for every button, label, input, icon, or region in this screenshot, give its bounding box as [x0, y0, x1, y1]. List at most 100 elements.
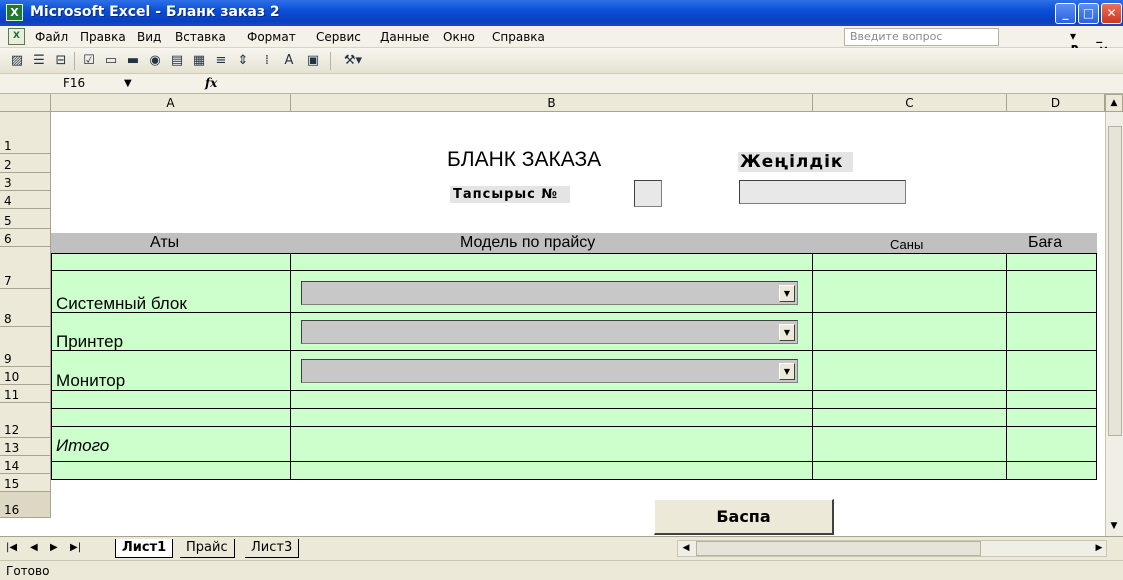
last-sheet-icon[interactable]: ▶|: [70, 542, 81, 553]
row-header-3[interactable]: 3: [0, 173, 51, 191]
table-cell[interactable]: [1007, 427, 1097, 462]
column-header-c[interactable]: C: [813, 94, 1007, 112]
table-cell[interactable]: [813, 351, 1007, 391]
combobox-icon[interactable]: ▦: [190, 52, 208, 70]
row-header-16[interactable]: 16: [0, 492, 51, 518]
minimize-button[interactable]: _: [1055, 3, 1076, 24]
next-sheet-icon[interactable]: ▶: [50, 542, 58, 553]
menu-tools[interactable]: Сервис: [316, 30, 361, 44]
row-header-6[interactable]: 6: [0, 229, 51, 247]
model-combo-monitor[interactable]: ▼: [301, 359, 798, 383]
menu-data[interactable]: Данные: [380, 30, 429, 44]
discount-field[interactable]: [739, 180, 906, 204]
table-cell[interactable]: [1007, 409, 1097, 427]
scroll-down-icon[interactable]: ▼: [1105, 518, 1123, 536]
chart-icon[interactable]: ▨: [8, 52, 26, 70]
table-cell[interactable]: [1007, 313, 1097, 351]
menu-help[interactable]: Справка: [492, 30, 545, 44]
print-button[interactable]: Баспа: [654, 499, 834, 535]
chevron-down-icon[interactable]: ▼: [779, 285, 795, 302]
row-header-5[interactable]: 5: [0, 209, 51, 229]
table-cell[interactable]: [51, 253, 291, 271]
table-cell[interactable]: [813, 271, 1007, 313]
code-icon[interactable]: ⊟: [52, 52, 70, 70]
worksheet-grid[interactable]: A B C D 1 2 3 4 5 6 7 8 9 10 11 12 13 14…: [0, 94, 1105, 536]
menu-insert[interactable]: Вставка: [175, 30, 226, 44]
table-cell[interactable]: [813, 409, 1007, 427]
horizontal-scrollbar[interactable]: ◀ ▶: [677, 540, 1107, 557]
table-cell[interactable]: [1007, 351, 1097, 391]
row-header-13[interactable]: 13: [0, 438, 51, 456]
chevron-down-icon[interactable]: ▼: [124, 78, 132, 89]
radio-icon[interactable]: ◉: [146, 52, 164, 70]
question-input[interactable]: Введите вопрос: [844, 28, 999, 46]
button-icon[interactable]: ▬: [124, 52, 142, 70]
prev-sheet-icon[interactable]: ◀: [30, 542, 38, 553]
label-icon[interactable]: ⁞: [258, 52, 276, 70]
table-cell[interactable]: [291, 462, 813, 480]
column-header-d[interactable]: D: [1007, 94, 1105, 112]
scroll-right-icon[interactable]: ▶: [1091, 541, 1107, 556]
table-cell[interactable]: [813, 391, 1007, 409]
workbook-icon[interactable]: X: [8, 28, 25, 45]
table-cell[interactable]: [1007, 462, 1097, 480]
spinner-icon[interactable]: ⇕: [234, 52, 252, 70]
menu-window[interactable]: Окно: [443, 30, 475, 44]
table-cell[interactable]: [51, 391, 291, 409]
scrollbar-icon[interactable]: ≡: [212, 52, 230, 70]
order-number-field[interactable]: [634, 180, 662, 207]
menu-edit[interactable]: Правка: [80, 30, 126, 44]
table-cell[interactable]: [291, 391, 813, 409]
menu-file[interactable]: Файл: [35, 30, 68, 44]
model-combo-printer[interactable]: ▼: [301, 320, 798, 344]
checkbox-icon[interactable]: ☑: [80, 52, 98, 70]
table-cell[interactable]: [291, 409, 813, 427]
table-cell[interactable]: [813, 253, 1007, 271]
fx-icon[interactable]: fx: [205, 76, 217, 90]
row-header-8[interactable]: 8: [0, 289, 51, 327]
row-header-10[interactable]: 10: [0, 367, 51, 385]
table-cell[interactable]: [1007, 271, 1097, 313]
row-header-14[interactable]: 14: [0, 456, 51, 474]
table-cell[interactable]: [813, 313, 1007, 351]
menu-format[interactable]: Формат: [247, 30, 296, 44]
column-header-b[interactable]: B: [291, 94, 813, 112]
row-header-12[interactable]: 12: [0, 403, 51, 438]
table-cell[interactable]: [813, 462, 1007, 480]
close-button[interactable]: ✕: [1101, 3, 1122, 24]
row-header-1[interactable]: 1: [0, 112, 51, 154]
vertical-scroll-thumb[interactable]: [1108, 126, 1122, 436]
row-header-7[interactable]: 7: [0, 247, 51, 289]
table-cell[interactable]: [291, 427, 813, 462]
properties-icon[interactable]: ☰: [30, 52, 48, 70]
row-header-4[interactable]: 4: [0, 191, 51, 209]
first-sheet-icon[interactable]: |◀: [6, 542, 17, 553]
listbox-icon[interactable]: ▤: [168, 52, 186, 70]
scroll-up-icon[interactable]: ▲: [1105, 94, 1123, 112]
textfield-icon[interactable]: ▭: [102, 52, 120, 70]
chevron-down-icon[interactable]: ▼: [779, 363, 795, 380]
tab-sheet3[interactable]: Лист3: [245, 539, 300, 558]
table-cell[interactable]: [813, 427, 1007, 462]
font-icon[interactable]: A: [280, 52, 298, 70]
table-cell[interactable]: [1007, 391, 1097, 409]
select-all-corner[interactable]: [0, 94, 51, 112]
chevron-down-icon[interactable]: ▼: [779, 324, 795, 341]
table-cell[interactable]: [51, 462, 291, 480]
maximize-button[interactable]: □: [1078, 3, 1099, 24]
name-box[interactable]: F16: [55, 75, 155, 93]
row-header-15[interactable]: 15: [0, 474, 51, 492]
tab-sheet1[interactable]: Лист1: [115, 539, 174, 558]
image-icon[interactable]: ▣: [304, 52, 322, 70]
horizontal-scroll-thumb[interactable]: [696, 541, 981, 556]
row-header-9[interactable]: 9: [0, 327, 51, 367]
column-header-a[interactable]: A: [51, 94, 291, 112]
row-header-2[interactable]: 2: [0, 154, 51, 173]
table-cell[interactable]: [291, 253, 813, 271]
model-combo-system-unit[interactable]: ▼: [301, 281, 798, 305]
table-cell[interactable]: [1007, 253, 1097, 271]
tools-icon[interactable]: ⚒▾: [338, 52, 368, 70]
menu-view[interactable]: Вид: [137, 30, 161, 44]
row-header-11[interactable]: 11: [0, 385, 51, 403]
scroll-left-icon[interactable]: ◀: [678, 541, 694, 556]
